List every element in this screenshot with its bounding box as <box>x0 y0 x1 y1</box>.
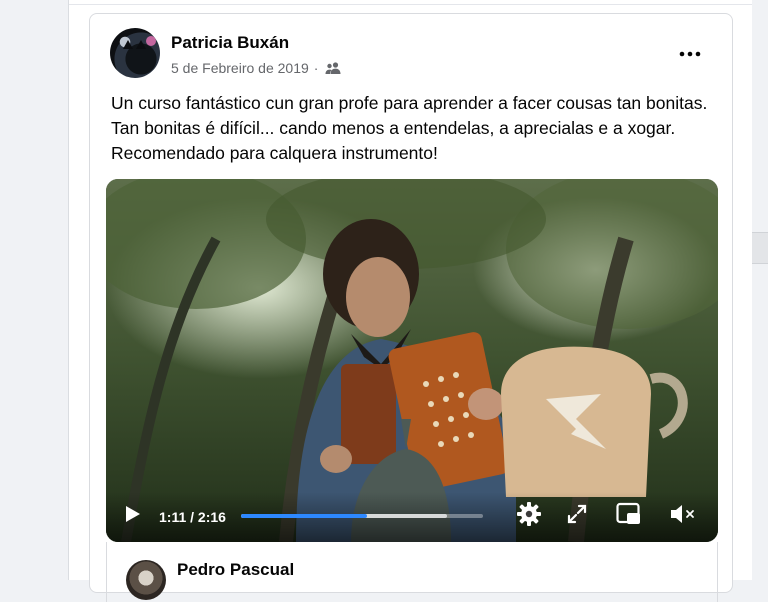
author-avatar[interactable] <box>110 28 160 78</box>
play-icon[interactable] <box>125 505 141 523</box>
total-time: 2:16 <box>197 509 226 525</box>
video-frame-image <box>106 179 718 542</box>
post-card: Patricia Buxán 5 de Febreiro de 2019 · U… <box>89 13 733 602</box>
meta-separator: · <box>313 60 319 76</box>
video-player[interactable]: 1:11 / 2:16 <box>106 179 718 542</box>
shared-author-avatar[interactable] <box>126 560 166 600</box>
shared-author-name[interactable]: Pedro Pascual <box>177 560 294 580</box>
post-date[interactable]: 5 de Febreiro de 2019 <box>171 60 309 76</box>
time-separator: / <box>190 509 195 525</box>
seek-progress <box>241 514 368 518</box>
post-body: Un curso fantástico cun gran profe para … <box>111 93 708 163</box>
author-name[interactable]: Patricia Buxán <box>171 33 289 53</box>
picture-in-picture-icon[interactable] <box>616 502 642 526</box>
current-time: 1:11 <box>159 509 187 525</box>
video-seek-bar[interactable] <box>241 514 483 518</box>
friends-icon[interactable] <box>325 61 341 75</box>
settings-icon[interactable] <box>516 501 542 527</box>
mute-icon[interactable] <box>669 503 697 525</box>
page-scrollbar[interactable] <box>752 0 768 580</box>
shared-post-header: Pedro Pascual <box>106 542 718 602</box>
fullscreen-icon[interactable] <box>567 504 587 524</box>
post-options-button[interactable] <box>672 36 708 72</box>
post-meta: 5 de Febreiro de 2019 · <box>171 60 341 76</box>
video-time: 1:11 / 2:16 <box>159 509 226 525</box>
left-rail <box>0 0 68 580</box>
more-options-icon <box>679 51 701 57</box>
